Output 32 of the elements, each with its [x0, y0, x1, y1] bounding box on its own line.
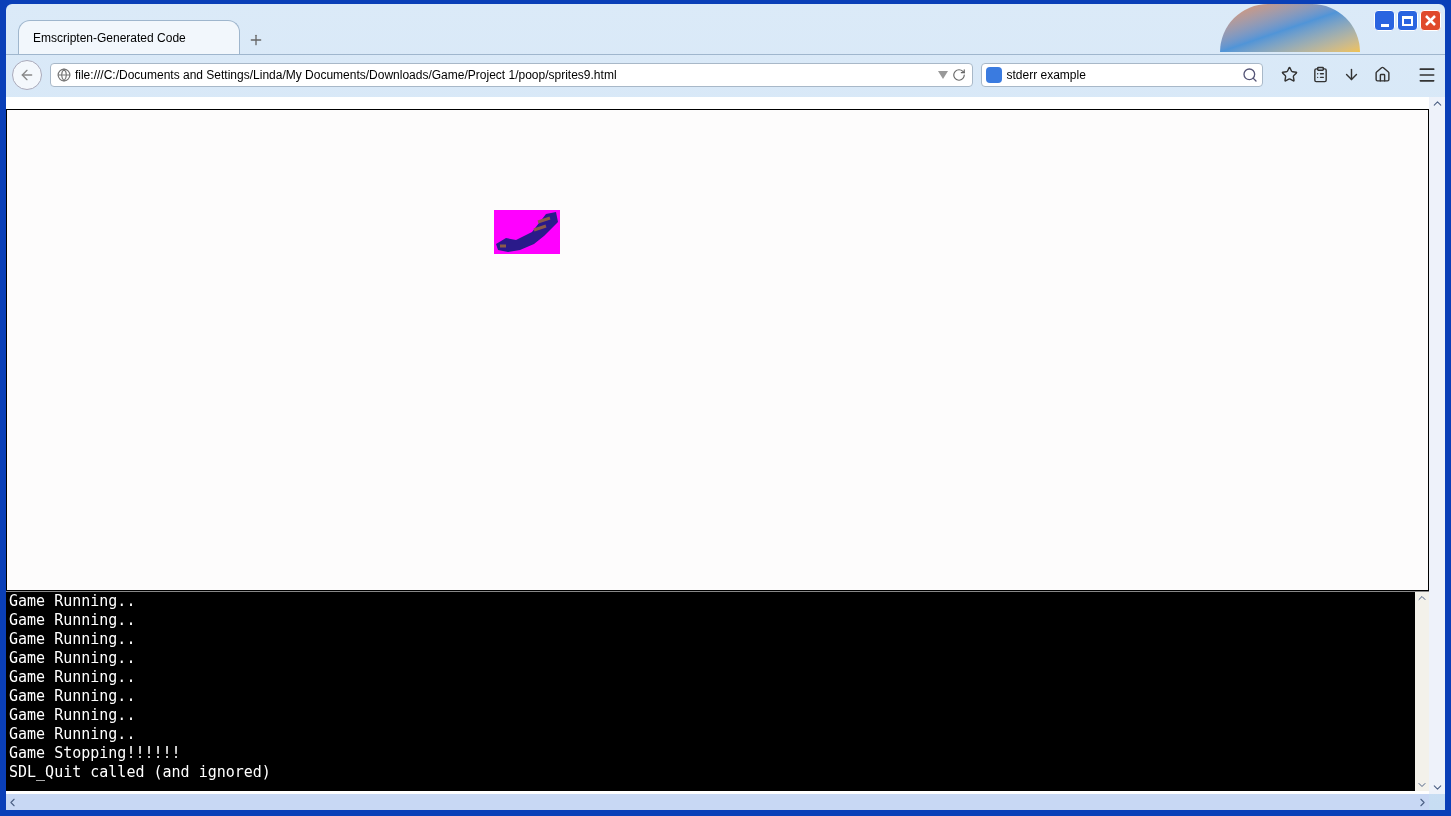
page-scrollbar[interactable]: [1429, 97, 1445, 794]
browser-tab[interactable]: Emscripten-Generated Code: [18, 20, 240, 54]
console-line: Game Stopping!!!!!!: [9, 744, 182, 763]
console-line: Game Running..: [9, 592, 137, 611]
console-line: Game Running..: [9, 630, 137, 649]
bookmark-star-icon[interactable]: [1281, 66, 1298, 83]
bookmarks-list-icon[interactable]: [1312, 66, 1329, 83]
console-scrollbar[interactable]: [1415, 592, 1429, 791]
globe-icon: [56, 67, 71, 82]
close-icon: [1425, 15, 1436, 26]
close-button[interactable]: [1420, 10, 1441, 31]
home-icon[interactable]: [1374, 66, 1391, 83]
minimize-button[interactable]: [1374, 10, 1395, 31]
back-button[interactable]: [12, 59, 42, 90]
maximize-button[interactable]: [1397, 10, 1418, 31]
console-line: Game Running..: [9, 611, 137, 630]
new-tab-icon[interactable]: [248, 32, 264, 48]
console-line: Game Running..: [9, 649, 137, 668]
horizontal-scrollbar[interactable]: [6, 794, 1429, 810]
console-line: Game Running..: [9, 725, 137, 744]
download-icon[interactable]: [1343, 66, 1360, 83]
console-line: Game Running..: [9, 706, 137, 725]
search-engine-icon[interactable]: [986, 66, 1003, 83]
search-icon[interactable]: [1242, 66, 1258, 83]
console-line: Game Running..: [9, 668, 137, 687]
console-line: Game Running..: [9, 687, 137, 706]
search-field[interactable]: stderr example: [981, 62, 1263, 87]
bird-sprite-drawing: [494, 210, 560, 254]
address-field[interactable]: file:///C:/Documents and Settings/Linda/My Documents/Downloads/Game/Project 1/poop/sprites9.html: [49, 62, 974, 87]
console-line: SDL_Quit called (and ignored): [9, 763, 272, 782]
dropdown-icon[interactable]: [938, 70, 949, 79]
reload-icon[interactable]: [952, 67, 967, 82]
